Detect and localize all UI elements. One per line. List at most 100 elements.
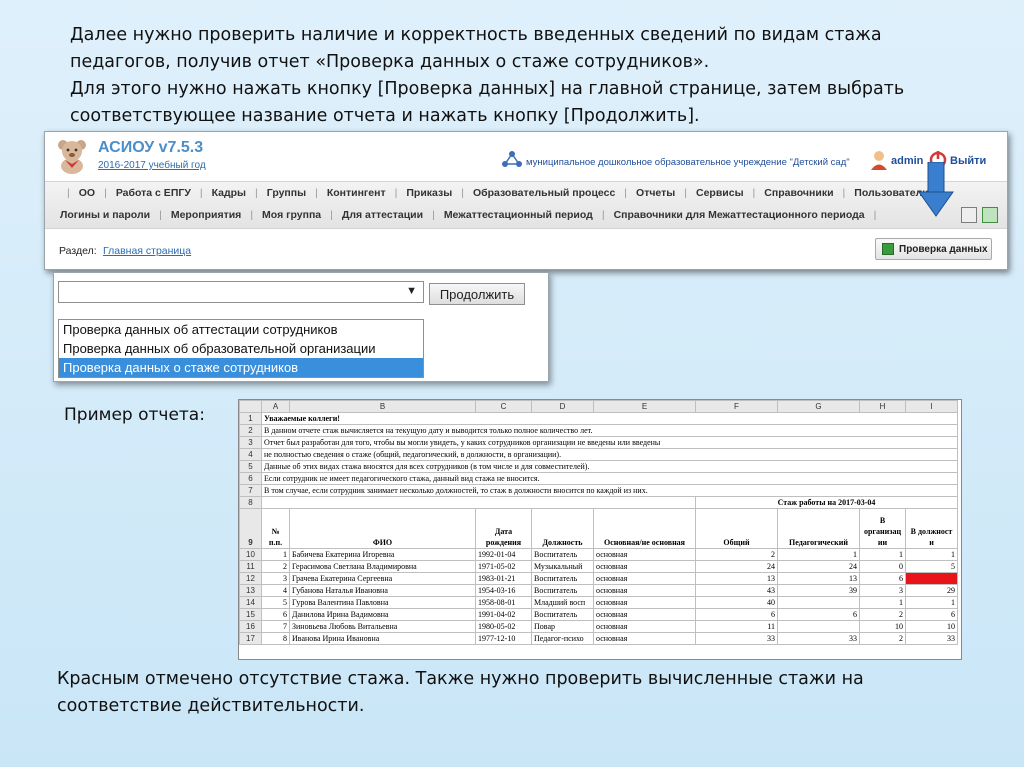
menu-item[interactable]: Логины и пароли: [59, 209, 151, 221]
row-number[interactable]: 8: [239, 496, 262, 509]
cell-dol[interactable]: 1: [905, 596, 958, 609]
check-data-button[interactable]: Проверка данных: [875, 238, 992, 260]
cell-org[interactable]: 6: [859, 572, 906, 585]
cell-type[interactable]: основная: [593, 596, 696, 609]
cell-position[interactable]: Повар: [531, 620, 594, 633]
cell-dol-missing[interactable]: [905, 572, 958, 585]
cell-position[interactable]: Музыкальный: [531, 560, 594, 573]
report-select[interactable]: ▼: [58, 281, 424, 303]
cell-org[interactable]: 2: [859, 608, 906, 621]
menu-item[interactable]: Справочники для Межаттестационного перио…: [613, 209, 866, 221]
cell-position[interactable]: Младший восп: [531, 596, 594, 609]
note-cell[interactable]: В данном отчете стаж вычисляется на теку…: [261, 424, 958, 437]
menu-item[interactable]: Для аттестации: [341, 209, 424, 221]
cell-number[interactable]: 7: [261, 620, 290, 633]
cell-ped[interactable]: [777, 620, 860, 633]
cell-total[interactable]: 24: [695, 560, 778, 573]
cell-number[interactable]: 2: [261, 560, 290, 573]
cell-dol[interactable]: 10: [905, 620, 958, 633]
row-number[interactable]: 12: [239, 572, 262, 585]
column-letter[interactable]: H: [859, 400, 906, 413]
note-cell[interactable]: Отчет был разработан для того, чтобы вы …: [261, 436, 958, 449]
cell-dob[interactable]: 1971-05-02: [475, 560, 532, 573]
cell-type[interactable]: основная: [593, 608, 696, 621]
cell-ped[interactable]: 6: [777, 608, 860, 621]
row-number[interactable]: 1: [239, 412, 262, 425]
cell-fio[interactable]: Губанова Наталья Ивановна: [289, 584, 476, 597]
note-cell[interactable]: Если сотрудник не имеет педагогического …: [261, 472, 958, 485]
cell-total[interactable]: 13: [695, 572, 778, 585]
header-cell[interactable]: В организац ии: [859, 508, 906, 549]
row-number[interactable]: 4: [239, 448, 262, 461]
column-letter[interactable]: B: [289, 400, 476, 413]
cell-number[interactable]: 1: [261, 548, 290, 561]
cell-org[interactable]: 1: [859, 548, 906, 561]
cell-position[interactable]: Воспитатель: [531, 572, 594, 585]
cell-position[interactable]: Воспитатель: [531, 584, 594, 597]
row-number[interactable]: 13: [239, 584, 262, 597]
group-header-cell[interactable]: Стаж работы на 2017-03-04: [695, 496, 958, 509]
row-number[interactable]: 17: [239, 632, 262, 645]
cell-number[interactable]: 8: [261, 632, 290, 645]
menu-item[interactable]: Образовательный процесс: [472, 187, 616, 199]
cell-fio[interactable]: Данилова Ирина Вадимовна: [289, 608, 476, 621]
cell-dob[interactable]: 1954-03-16: [475, 584, 532, 597]
refresh-icon[interactable]: [982, 207, 998, 223]
row-number[interactable]: 11: [239, 560, 262, 573]
continue-button[interactable]: Продолжить: [429, 283, 525, 305]
cell-dol[interactable]: 5: [905, 560, 958, 573]
note-cell[interactable]: не полностью сведения о стаже (общий, пе…: [261, 448, 958, 461]
column-letter[interactable]: E: [593, 400, 696, 413]
menu-item[interactable]: Работа с ЕПГУ: [115, 187, 192, 199]
cell-org[interactable]: 1: [859, 596, 906, 609]
dropdown-arrow-icon[interactable]: ▼: [406, 285, 417, 297]
cell-fio[interactable]: Зиновьева Любовь Витальевна: [289, 620, 476, 633]
cell-dob[interactable]: 1992-01-04: [475, 548, 532, 561]
cell-number[interactable]: 3: [261, 572, 290, 585]
menu-item[interactable]: Межаттестационный период: [443, 209, 594, 221]
cell-position[interactable]: Воспитатель: [531, 548, 594, 561]
header-cell[interactable]: Должность: [531, 508, 594, 549]
cell-ped[interactable]: [777, 596, 860, 609]
menu-item[interactable]: Справочники: [763, 187, 834, 199]
cell-total[interactable]: 11: [695, 620, 778, 633]
menu-item[interactable]: Отчеты: [635, 187, 676, 199]
row-number[interactable]: 16: [239, 620, 262, 633]
row-number[interactable]: 14: [239, 596, 262, 609]
cell-type[interactable]: основная: [593, 548, 696, 561]
cell-fio[interactable]: Гурова Валентина Павловна: [289, 596, 476, 609]
menu-item[interactable]: Кадры: [211, 187, 247, 199]
cell-ped[interactable]: 24: [777, 560, 860, 573]
row-number[interactable]: 10: [239, 548, 262, 561]
cell-position[interactable]: Воспитатель: [531, 608, 594, 621]
header-cell[interactable]: Педагогический: [777, 508, 860, 549]
header-cell[interactable]: В должност и: [905, 508, 958, 549]
menu-item[interactable]: Моя группа: [261, 209, 322, 221]
breadcrumb-home-link[interactable]: Главная страница: [103, 245, 191, 257]
cell-ped[interactable]: 33: [777, 632, 860, 645]
note-cell[interactable]: Уважаемые коллеги!: [261, 412, 958, 425]
menu-item[interactable]: Контингент: [326, 187, 387, 199]
header-cell[interactable]: Общий: [695, 508, 778, 549]
menu-item[interactable]: ОО: [78, 187, 96, 199]
cell-total[interactable]: 33: [695, 632, 778, 645]
cell-fio[interactable]: Грачева Екатерина Сергеевна: [289, 572, 476, 585]
header-cell[interactable]: № п.п.: [261, 508, 290, 549]
header-cell[interactable]: Основная/не основная: [593, 508, 696, 549]
row-number[interactable]: 3: [239, 436, 262, 449]
row-number[interactable]: 2: [239, 424, 262, 437]
menu-item[interactable]: Сервисы: [695, 187, 745, 199]
cell-type[interactable]: основная: [593, 620, 696, 633]
row-number[interactable]: 9: [239, 508, 262, 549]
report-option[interactable]: Проверка данных об аттестации сотруднико…: [59, 320, 423, 339]
cell-type[interactable]: основная: [593, 632, 696, 645]
cell-number[interactable]: 4: [261, 584, 290, 597]
cell-position[interactable]: Педагог-психо: [531, 632, 594, 645]
cell-dob[interactable]: 1983-01-21: [475, 572, 532, 585]
cell-number[interactable]: 5: [261, 596, 290, 609]
column-letter[interactable]: G: [777, 400, 860, 413]
cell-dol[interactable]: 29: [905, 584, 958, 597]
row-number[interactable]: 7: [239, 484, 262, 497]
note-cell[interactable]: Данные об этих видах стажа вносятся для …: [261, 460, 958, 473]
cell-total[interactable]: 2: [695, 548, 778, 561]
